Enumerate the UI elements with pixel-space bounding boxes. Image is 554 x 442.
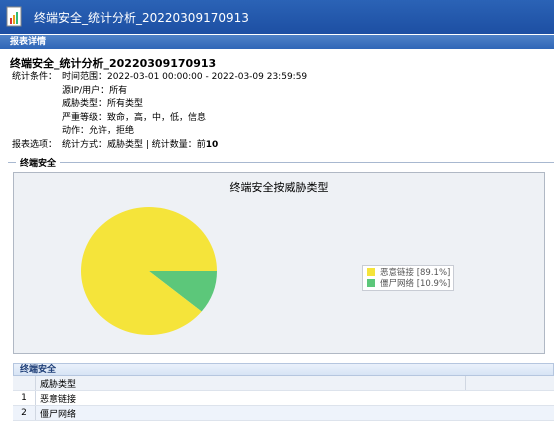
source-label: 源IP/用户： xyxy=(62,85,110,96)
row-index: 1 xyxy=(13,390,36,406)
conditions-label: 统计条件： xyxy=(12,72,58,82)
report-app-icon xyxy=(6,6,22,27)
threat-type-column-header[interactable]: 威胁类型 xyxy=(35,376,466,391)
legend-label-botnet: 僵尸网络 [10.9%] xyxy=(380,278,451,289)
row-empty-cell xyxy=(465,405,554,421)
legend-item-botnet: 僵尸网络 [10.9%] xyxy=(363,277,453,289)
threat-value: 所有类型 xyxy=(107,99,144,109)
pie-chart-panel: 终端安全按威胁类型 恶意链接 [89.1%] 僵尸网络 [10.9%] xyxy=(13,172,545,354)
section-label: 终端安全 xyxy=(16,156,61,169)
options-label: 报表选项： xyxy=(12,139,58,150)
index-column-header xyxy=(13,376,36,391)
empty-column-header xyxy=(465,376,554,391)
chart-legend: 恶意链接 [89.1%] 僵尸网络 [10.9%] xyxy=(362,265,454,291)
time-label: 时间范围： xyxy=(62,72,108,82)
table-header-row: 威胁类型 xyxy=(13,376,554,391)
legend-swatch-green xyxy=(367,278,375,287)
legend-swatch-yellow xyxy=(367,267,375,276)
threat-table: 威胁类型 1 恶意链接 2 僵尸网络 xyxy=(13,376,554,421)
panel-header: 报表详情 xyxy=(0,35,554,49)
options-count: 10 xyxy=(205,139,219,150)
row-empty-cell xyxy=(465,390,554,406)
options-value: 统计方式：威胁类型 | 统计数量：前 xyxy=(62,139,206,150)
action-label: 动作： xyxy=(62,126,90,136)
report-title: 终端安全_统计分析_20220309170913 xyxy=(10,57,217,70)
source-value: 所有 xyxy=(109,85,128,96)
legend-item-malicious-link: 恶意链接 [89.1%] xyxy=(363,266,453,278)
table-section-header: 终端安全 xyxy=(13,363,554,376)
row-threat-name: 恶意链接 xyxy=(35,390,466,406)
severity-value: 致命，高，中，低，信息 xyxy=(107,112,207,123)
pie-chart xyxy=(81,207,217,335)
time-value: 2022-03-01 00:00:00 - 2022-03-09 23:59:5… xyxy=(107,72,308,82)
row-threat-name: 僵尸网络 xyxy=(35,405,466,421)
window-titlebar: 终端安全_统计分析_20220309170913 xyxy=(0,0,554,34)
report-conditions: 统计条件： 时间范围： 2022-03-01 00:00:00 - 2022-0… xyxy=(12,71,307,152)
threat-label: 威胁类型： xyxy=(62,99,108,109)
table-row[interactable]: 2 僵尸网络 xyxy=(13,405,554,421)
section-divider: 终端安全 xyxy=(8,156,554,169)
action-value: 允许，拒绝 xyxy=(89,126,135,136)
row-index: 2 xyxy=(13,405,36,421)
threat-table-section: 终端安全 威胁类型 1 恶意链接 2 僵尸网络 xyxy=(13,363,554,442)
chart-title: 终端安全按威胁类型 xyxy=(229,181,329,194)
severity-label: 严重等级： xyxy=(62,112,108,123)
pie-slice-malicious-link xyxy=(81,207,217,335)
window-title: 终端安全_统计分析_20220309170913 xyxy=(34,10,249,25)
table-row[interactable]: 1 恶意链接 xyxy=(13,390,554,406)
